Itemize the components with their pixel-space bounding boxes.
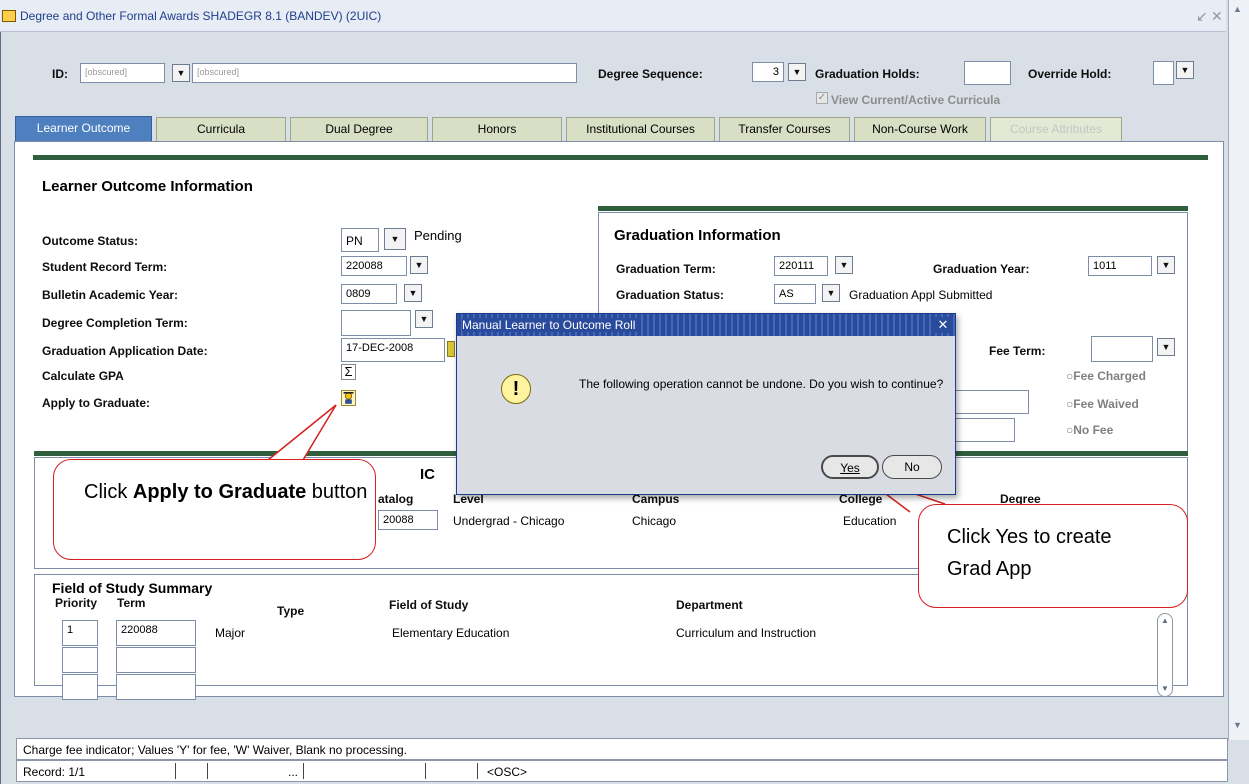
status-separator [477,763,478,779]
status-bar: Record: 1/1 ... <OSC> [16,760,1228,782]
warning-icon: ! [501,374,531,404]
no-button[interactable]: No [882,455,942,479]
status-separator [207,763,208,779]
status-separator [425,763,426,779]
status-separator [175,763,176,779]
osc-indicator: <OSC> [487,765,528,779]
apply-callout: Click Apply to Graduate button [53,459,376,560]
hint-text: Charge fee indicator; Values 'Y' for fee… [23,743,408,757]
yes-callout-text: Click Yes to create Grad App [947,526,1112,580]
apply-callout-bold: Apply to Graduate [132,481,307,503]
dialog-title-bar: Manual Learner to Outcome Roll [457,314,955,336]
callout-pointer-apply [267,404,337,461]
apply-callout-prefix: Click [84,481,133,503]
status-ellipsis: ... [288,765,299,779]
record-count: Record: 1/1 [23,765,86,779]
dialog-message: The following operation cannot be undone… [579,377,944,391]
dialog-close-icon[interactable]: ✕ [935,317,951,333]
dialog-title: Manual Learner to Outcome Roll [462,318,640,332]
apply-callout-suffix: button [306,481,368,503]
yes-button[interactable]: Yes [821,455,879,479]
confirm-dialog: Manual Learner to Outcome Roll ✕ ! The f… [456,313,956,495]
hint-bar: Charge fee indicator; Values 'Y' for fee… [16,738,1228,760]
yes-callout: Click Yes to create Grad App [918,504,1188,608]
status-separator [303,763,304,779]
